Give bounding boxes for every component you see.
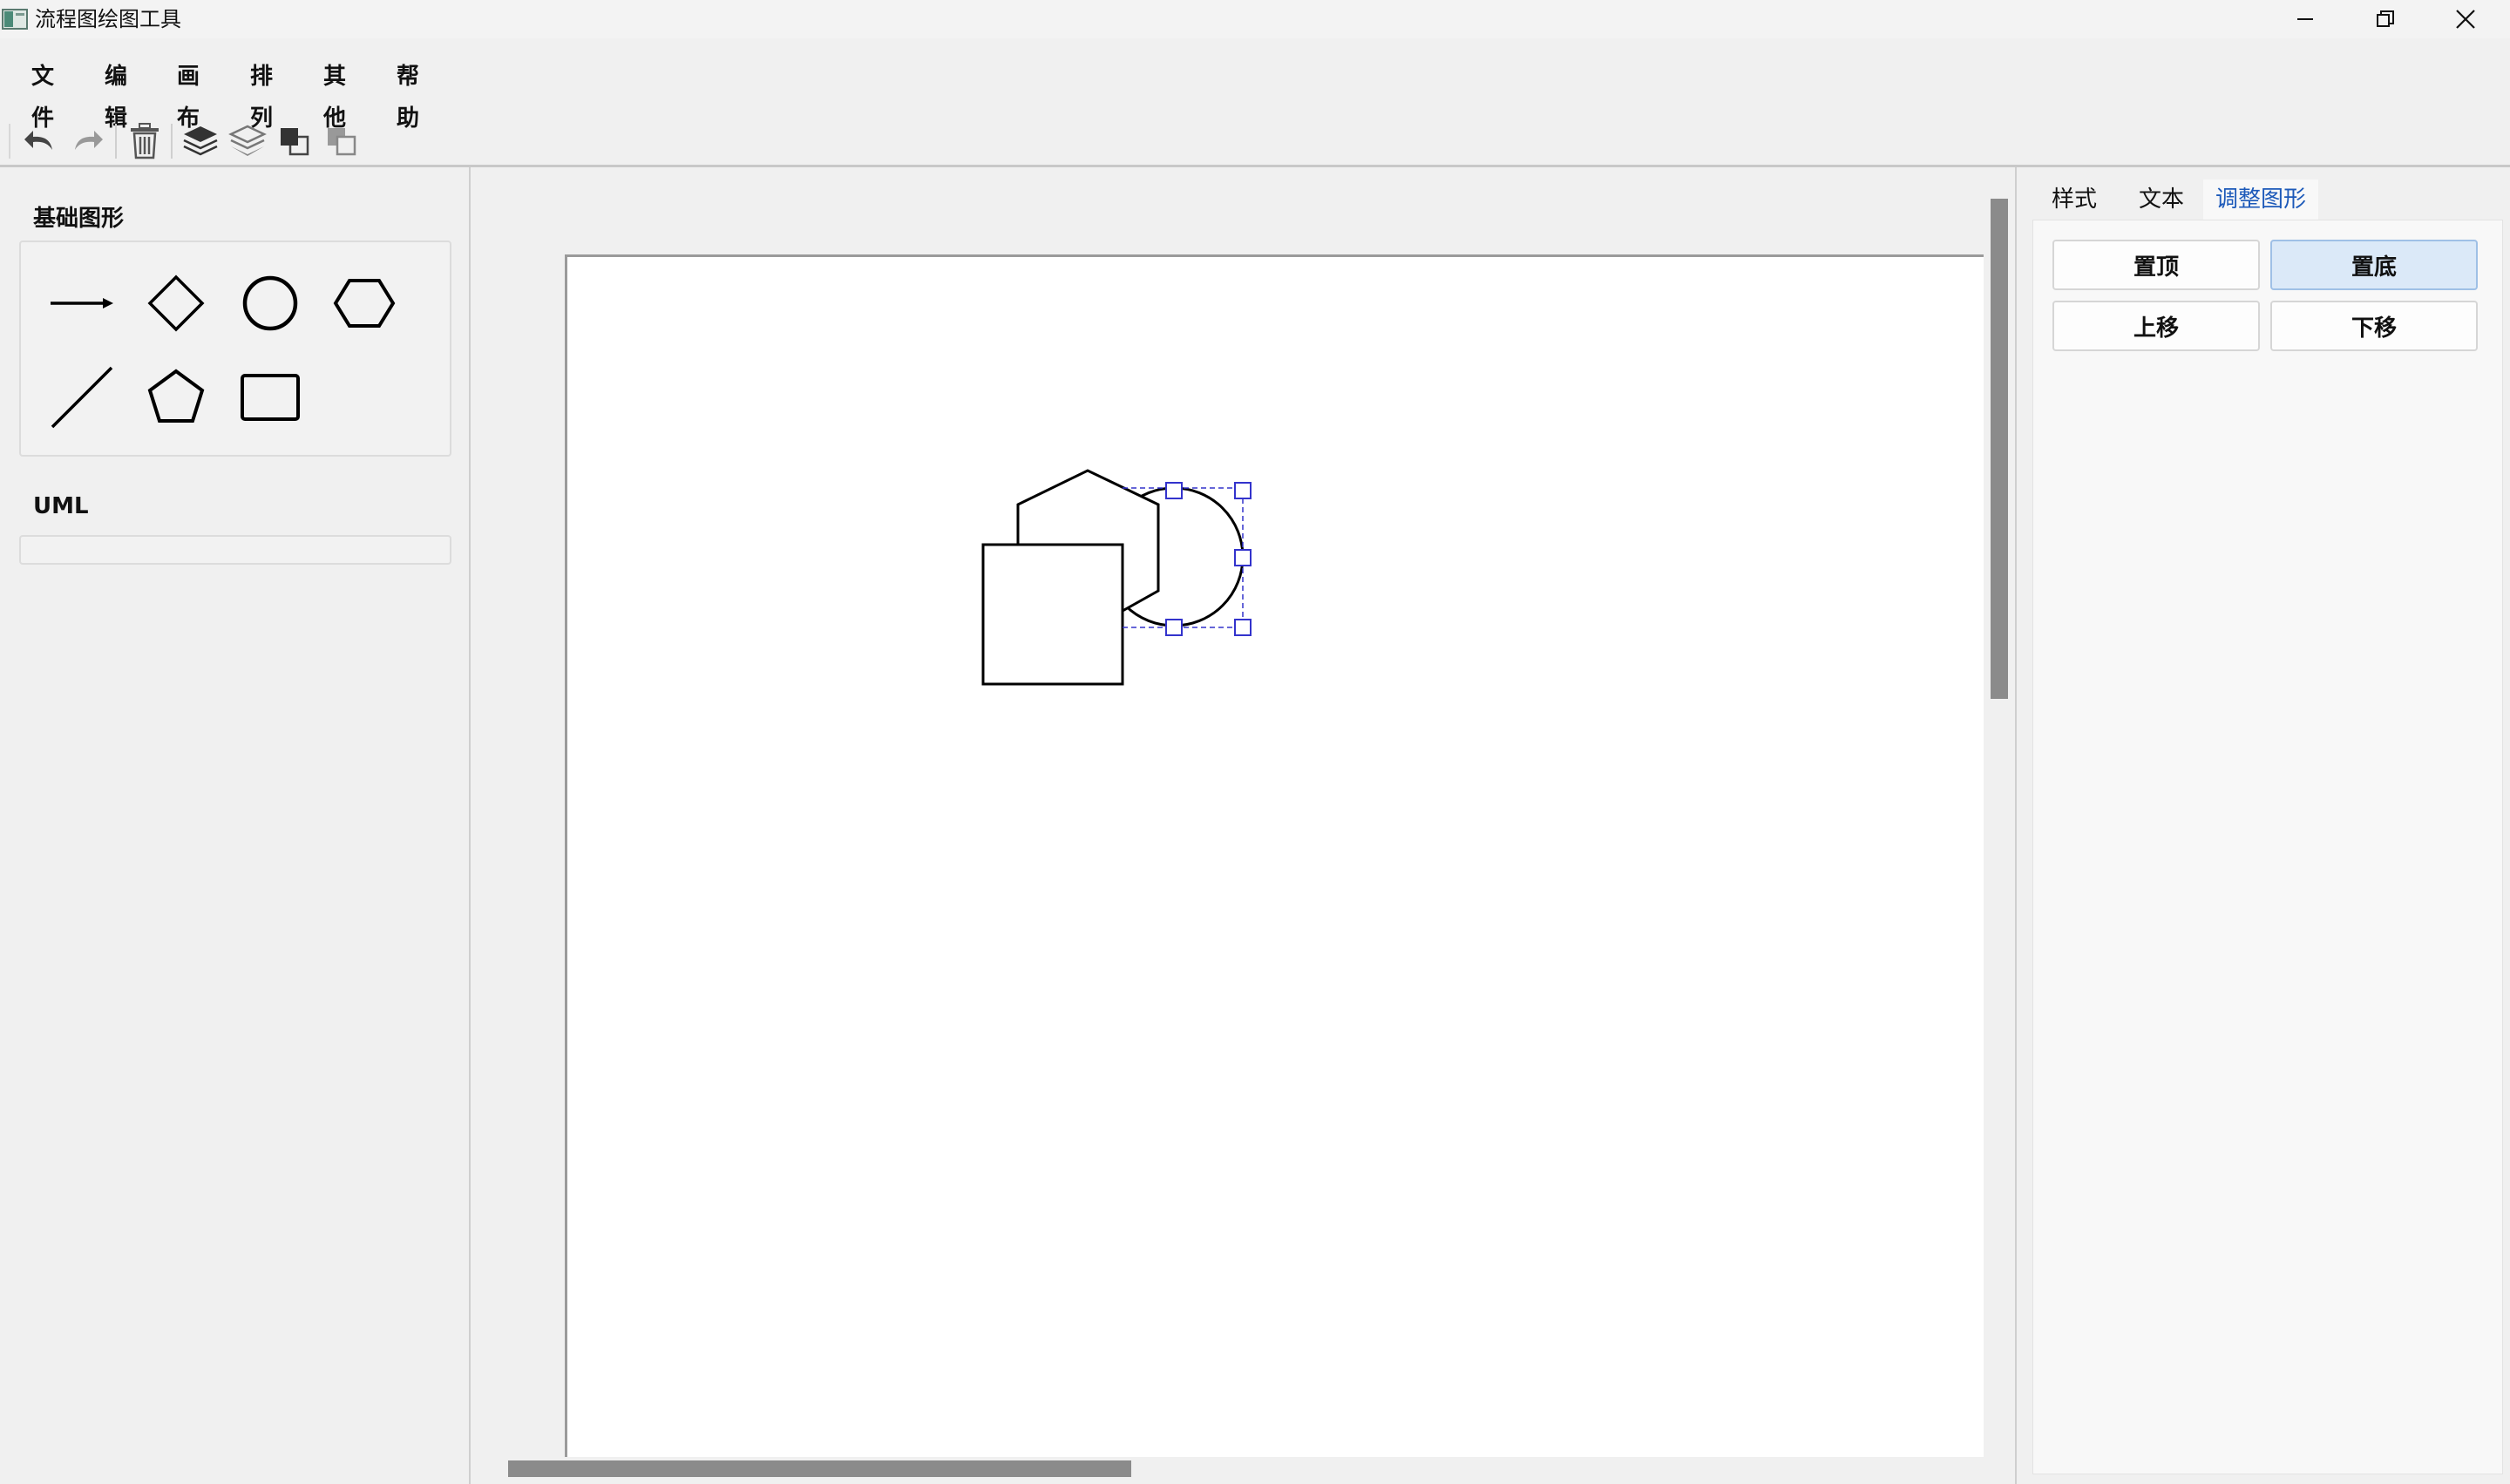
send-to-bottom-button[interactable]: 置底 bbox=[2270, 240, 2478, 290]
send-back-button[interactable] bbox=[319, 117, 364, 166]
delete-icon bbox=[131, 123, 159, 159]
adjust-shape-tab-content: 置顶 置底 上移 下移 bbox=[2032, 220, 2503, 1474]
shape-pentagon[interactable] bbox=[132, 354, 220, 441]
drawing-page[interactable] bbox=[565, 254, 1984, 1457]
basic-shapes-box bbox=[19, 241, 451, 457]
shape-rectangle[interactable] bbox=[227, 354, 314, 441]
shape-circle[interactable] bbox=[227, 260, 314, 347]
tab-style[interactable]: 样式 bbox=[2039, 180, 2109, 220]
bring-front-button[interactable] bbox=[272, 117, 317, 166]
restore-icon bbox=[2377, 10, 2394, 27]
hexagon-icon bbox=[333, 279, 396, 328]
basic-shapes-title: 基础图形 bbox=[33, 206, 125, 232]
shape-arrow[interactable] bbox=[38, 260, 126, 347]
resize-handle[interactable] bbox=[1234, 549, 1252, 566]
pentagon-icon bbox=[147, 369, 205, 423]
resize-handle[interactable] bbox=[1234, 619, 1252, 636]
title-bar bbox=[0, 0, 2510, 38]
minimize-button[interactable] bbox=[2266, 0, 2344, 38]
move-down-button[interactable]: 下移 bbox=[2270, 301, 2478, 351]
redo-icon bbox=[75, 131, 103, 150]
toolbar-separator bbox=[171, 124, 173, 159]
shape-line[interactable] bbox=[38, 354, 126, 441]
layer-down-icon bbox=[228, 125, 267, 156]
rectangle-icon bbox=[241, 374, 300, 421]
close-icon bbox=[2456, 10, 2475, 29]
undo-button[interactable] bbox=[17, 117, 63, 166]
diamond-icon bbox=[147, 274, 205, 332]
delete-button[interactable] bbox=[122, 117, 167, 166]
layer-down-button[interactable] bbox=[225, 117, 270, 166]
arrow-icon bbox=[51, 298, 113, 308]
tab-adjust-shape[interactable]: 调整图形 bbox=[2203, 180, 2319, 220]
redo-button[interactable] bbox=[64, 117, 110, 166]
toolbar bbox=[0, 117, 2510, 166]
resize-handle[interactable] bbox=[1165, 619, 1183, 636]
close-button[interactable] bbox=[2426, 0, 2505, 38]
restore-button[interactable] bbox=[2346, 0, 2425, 38]
app-icon bbox=[2, 8, 28, 30]
tab-text[interactable]: 文本 bbox=[2127, 180, 2196, 220]
window-title: 流程图绘图工具 bbox=[35, 7, 181, 31]
shape-library-panel: 基础图形 UML bbox=[0, 167, 471, 1484]
layer-up-icon bbox=[183, 126, 218, 156]
layer-up-button[interactable] bbox=[178, 117, 223, 166]
diagram-svg bbox=[981, 469, 1252, 686]
resize-handle[interactable] bbox=[1165, 482, 1183, 499]
vertical-scroll-thumb[interactable] bbox=[1991, 199, 2008, 699]
square-shape[interactable] bbox=[981, 543, 1124, 686]
bring-front-icon bbox=[281, 128, 309, 156]
minimize-icon bbox=[2297, 18, 2313, 20]
resize-handle[interactable] bbox=[1234, 482, 1252, 499]
send-back-icon bbox=[328, 128, 356, 156]
bring-to-top-button[interactable]: 置顶 bbox=[2052, 240, 2260, 290]
move-up-button[interactable]: 上移 bbox=[2052, 301, 2260, 351]
toolbar-grip bbox=[9, 124, 10, 159]
circle-icon bbox=[242, 275, 298, 331]
line-icon bbox=[51, 366, 113, 429]
undo-icon bbox=[24, 131, 52, 150]
horizontal-scroll-thumb[interactable] bbox=[508, 1460, 1131, 1477]
uml-shapes-box bbox=[19, 535, 451, 565]
shape-hexagon[interactable] bbox=[321, 260, 408, 347]
toolbar-separator bbox=[115, 124, 117, 159]
shape-diamond[interactable] bbox=[132, 260, 220, 347]
uml-title: UML bbox=[33, 493, 89, 519]
